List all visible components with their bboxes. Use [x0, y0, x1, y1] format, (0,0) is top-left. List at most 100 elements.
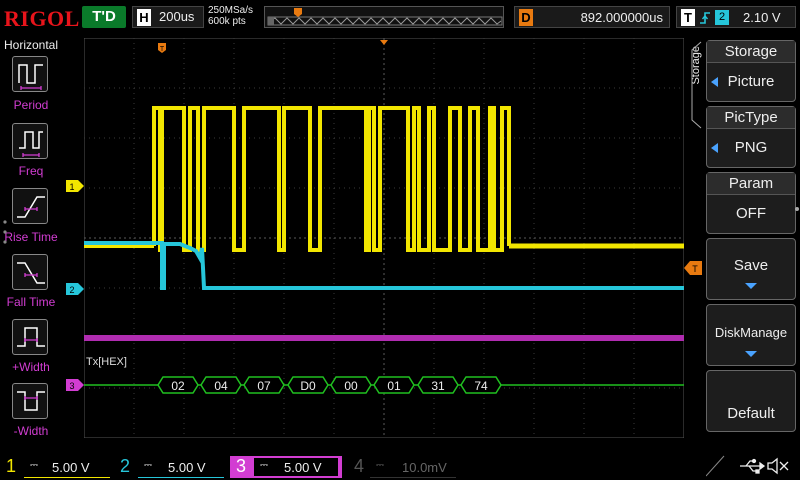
- trigger-level: 2.10 V: [743, 10, 781, 25]
- ch3-scale: 5.00 V: [284, 460, 322, 475]
- ch2-marker[interactable]: 2: [66, 283, 84, 295]
- channel-status-bar: 1 ⎓ 5.00 V 2 ⎓ 5.00 V 3 ⎓ 5.00 V 4 ⎓ 10.…: [0, 450, 800, 480]
- usb-icon: [740, 458, 766, 474]
- ch3-number: 3: [236, 456, 247, 476]
- timebase-display[interactable]: H 200us: [132, 6, 204, 28]
- disk-manage-button[interactable]: DiskManage: [706, 304, 796, 366]
- decode-label: Tx[HEX]: [86, 356, 127, 368]
- ch3-marker[interactable]: 3: [66, 379, 84, 391]
- status-icons: [706, 455, 789, 477]
- ch2-status[interactable]: 2 ⎓ 5.00 V: [114, 456, 226, 478]
- timebase-letter: H: [137, 9, 151, 26]
- default-label: Default: [727, 405, 775, 422]
- decode-byte-label: 31: [431, 379, 445, 393]
- trigger-status-badge: T'D: [82, 6, 126, 28]
- decode-byte-label: 04: [214, 379, 228, 393]
- storage-menu: Storage Picture PicType PNG Param OFF Sa…: [702, 38, 800, 463]
- fall-time-button[interactable]: [12, 254, 48, 290]
- dc-coupling-icon: ⎓: [144, 460, 152, 471]
- pictype-head: PicType: [707, 107, 795, 129]
- pos-width-label: +Width: [12, 360, 50, 374]
- ch4-number: 4: [354, 456, 365, 476]
- overview-wave: [267, 8, 503, 26]
- svg-text:T: T: [692, 264, 698, 274]
- param-button[interactable]: Param OFF: [706, 172, 796, 234]
- trigger-level-marker[interactable]: T: [684, 261, 702, 275]
- rigol-logo: RIGOL: [4, 6, 80, 31]
- freq-button[interactable]: [12, 123, 48, 159]
- param-head: Param: [707, 173, 795, 195]
- neg-width-icon: [17, 391, 45, 411]
- chevron-down-icon: [745, 283, 757, 289]
- decode-byte-label: 02: [171, 379, 185, 393]
- neg-width-button[interactable]: [12, 383, 48, 419]
- disk-manage-label: DiskManage: [714, 325, 788, 340]
- left-arrow-icon: [711, 143, 718, 153]
- period-label: Period: [13, 98, 49, 112]
- overview-trigger-icon: [294, 8, 302, 17]
- memory-depth: 600k pts: [208, 16, 246, 27]
- trigger-display[interactable]: T 2 2.10 V: [676, 6, 796, 28]
- delay-letter: D: [519, 9, 533, 26]
- timebase-value: 200us: [159, 9, 195, 24]
- pictype-value: PNG: [734, 139, 768, 156]
- ch2-scale: 5.00 V: [168, 460, 206, 475]
- save-label: Save: [733, 257, 769, 274]
- dc-coupling-icon: ⎓: [260, 460, 268, 471]
- ch2-number: 2: [120, 456, 131, 476]
- ch4-status[interactable]: 4 ⎓ 10.0mV: [346, 456, 458, 478]
- ch3-waveform: [84, 335, 684, 341]
- left-arrow-icon: [711, 77, 718, 87]
- freq-icon: [19, 131, 43, 157]
- pictype-button[interactable]: PicType PNG: [706, 106, 796, 168]
- svg-text:1: 1: [69, 182, 74, 192]
- period-button[interactable]: [12, 56, 48, 92]
- decode-byte-label: 74: [474, 379, 488, 393]
- svg-text:2: 2: [69, 285, 74, 295]
- ch1-scale: 5.00 V: [52, 460, 90, 475]
- waveform-display[interactable]: T Tx[HEX] 02 04 07 D0 00 01 31 74: [84, 38, 684, 438]
- neg-width-label: -Width: [13, 424, 49, 438]
- ch1-marker[interactable]: 1: [66, 180, 84, 192]
- rise-time-label: Rise Time: [4, 230, 58, 244]
- storage-value: Picture: [727, 73, 775, 90]
- chevron-down-icon: [745, 351, 757, 357]
- top-status-bar: RIGOL T'D H 200us 250MSa/s 600k pts D 89…: [0, 0, 800, 38]
- ch3-status[interactable]: 3 ⎓ 5.00 V: [230, 456, 342, 478]
- horizontal-measure-panel: Horizontal Period Freq Rise Time Fall Ti…: [0, 38, 62, 450]
- ch4-scale: 10.0mV: [402, 460, 447, 475]
- fall-time-label: Fall Time: [6, 295, 56, 309]
- storage-type-button[interactable]: Storage Picture: [706, 40, 796, 102]
- default-button[interactable]: Default: [706, 370, 796, 432]
- page-dot-icon: [795, 207, 799, 211]
- param-value: OFF: [736, 205, 766, 222]
- fall-time-icon: [17, 262, 45, 284]
- decode-byte-label: 07: [257, 379, 271, 393]
- pos-width-button[interactable]: [12, 319, 48, 355]
- svg-text:3: 3: [69, 381, 74, 391]
- delay-display[interactable]: D 892.000000us: [514, 6, 670, 28]
- svg-text:T: T: [160, 46, 165, 53]
- decode-byte-label: 01: [387, 379, 401, 393]
- period-icon: [18, 64, 43, 90]
- speaker-mute-icon: [767, 457, 789, 475]
- storage-head: Storage: [707, 41, 795, 63]
- dc-coupling-icon: ⎓: [376, 460, 384, 471]
- waveform-overview[interactable]: [264, 6, 504, 28]
- rise-time-icon: [17, 196, 45, 218]
- sample-rate: 250MSa/s: [208, 5, 254, 16]
- save-button[interactable]: Save: [706, 238, 796, 300]
- ch1-status[interactable]: 1 ⎓ 5.00 V: [0, 456, 112, 478]
- trigger-source-badge: 2: [715, 10, 729, 25]
- decode-byte-label: 00: [344, 379, 358, 393]
- delay-value: 892.000000us: [580, 10, 663, 25]
- ch1-number: 1: [6, 456, 17, 476]
- rise-time-button[interactable]: [12, 188, 48, 224]
- panel-title: Horizontal: [3, 38, 59, 52]
- trigger-letter: T: [681, 9, 695, 26]
- pos-width-icon: [17, 327, 45, 347]
- freq-label: Freq: [18, 164, 44, 178]
- menu-bracket: [691, 41, 702, 129]
- decode-byte-label: D0: [300, 379, 316, 393]
- dc-coupling-icon: ⎓: [30, 460, 38, 471]
